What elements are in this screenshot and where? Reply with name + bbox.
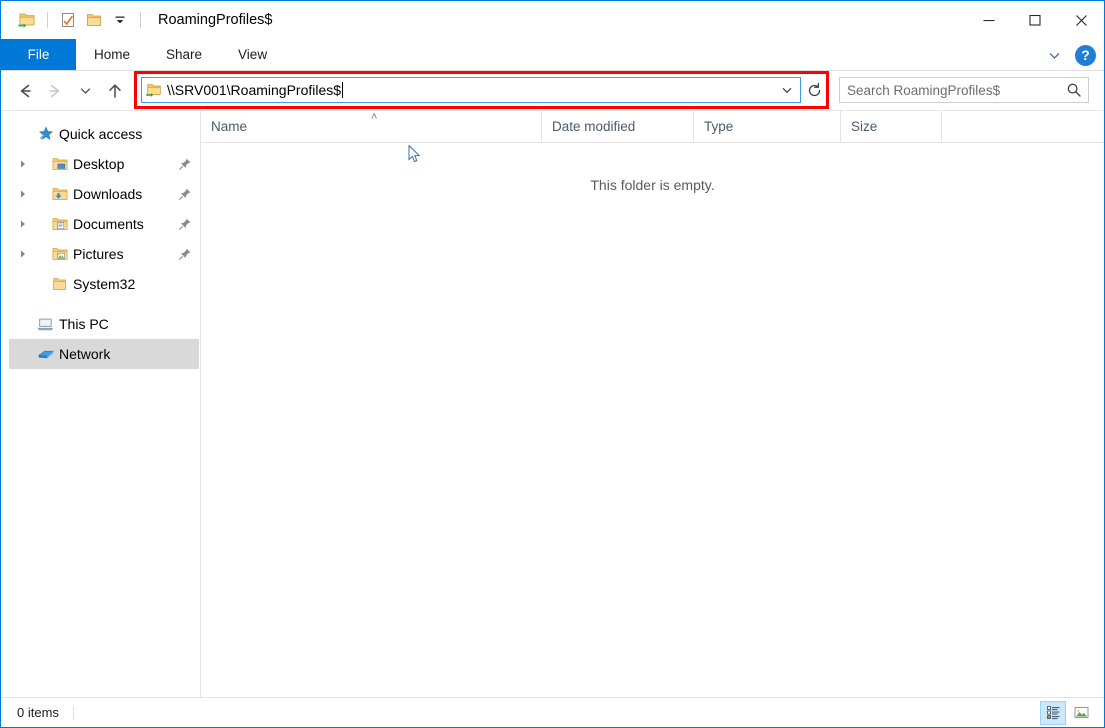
empty-folder-message: This folder is empty. — [590, 177, 715, 193]
explorer-body: Quick access Desktop Downloads Documents… — [1, 111, 1104, 697]
column-header-label: Size — [851, 119, 878, 134]
large-icons-view-button[interactable] — [1068, 701, 1094, 725]
pictures-folder-icon — [47, 245, 73, 263]
address-bar-value: \\SRV001\RoamingProfiles$ — [167, 82, 342, 98]
up-button[interactable] — [100, 76, 130, 106]
sidebar-item-label: System32 — [73, 276, 136, 292]
tab-file[interactable]: File — [1, 39, 76, 70]
back-button[interactable] — [10, 76, 40, 106]
expander-arrow-icon[interactable] — [15, 239, 31, 269]
ribbon-right-controls: ? — [1041, 39, 1096, 71]
properties-icon[interactable] — [55, 7, 81, 33]
customize-dropdown-icon[interactable] — [107, 7, 133, 33]
search-icon[interactable] — [1060, 82, 1088, 98]
search-input[interactable]: Search RoamingProfiles$ — [840, 83, 1060, 98]
expander-arrow-icon[interactable] — [15, 149, 31, 179]
details-view-button[interactable] — [1040, 700, 1066, 725]
expand-ribbon-chevron-down-icon[interactable] — [1041, 42, 1067, 68]
network-folder-icon[interactable] — [14, 7, 40, 33]
expander-arrow-icon[interactable] — [15, 179, 31, 209]
mouse-cursor — [408, 144, 421, 169]
search-box[interactable]: Search RoamingProfiles$ — [839, 77, 1089, 103]
navigation-pane: Quick access Desktop Downloads Documents… — [1, 111, 201, 697]
address-dropdown-chevron-down-icon[interactable] — [774, 78, 800, 102]
desktop-folder-icon — [47, 155, 73, 173]
tab-home[interactable]: Home — [76, 39, 148, 70]
address-bar[interactable]: \\SRV001\RoamingProfiles$ — [141, 77, 801, 103]
column-header-label: Type — [704, 119, 734, 134]
column-header-type[interactable]: Type — [694, 111, 841, 142]
window-controls — [966, 1, 1104, 39]
help-button[interactable]: ? — [1075, 44, 1096, 66]
column-header-filler — [942, 111, 1104, 142]
sidebar-item-quick-access[interactable]: Quick access — [9, 119, 199, 149]
toolbar-separator-2 — [140, 12, 141, 28]
maximize-button[interactable] — [1012, 1, 1058, 39]
expander-arrow-icon[interactable] — [15, 209, 31, 239]
minimize-button[interactable] — [966, 1, 1012, 39]
view-toggle-group — [1040, 698, 1094, 727]
sidebar-item-documents[interactable]: Documents — [9, 209, 199, 239]
sidebar-item-desktop[interactable]: Desktop — [9, 149, 199, 179]
sidebar-item-system32[interactable]: System32 — [9, 269, 199, 299]
sidebar-item-label: This PC — [59, 316, 109, 332]
pin-icon[interactable] — [175, 247, 195, 261]
sidebar-item-downloads[interactable]: Downloads — [9, 179, 199, 209]
star-pin-icon — [33, 125, 59, 143]
item-count: 0 items — [1, 705, 74, 720]
tab-view[interactable]: View — [220, 39, 285, 70]
column-header-name[interactable]: Name ˄ — [201, 111, 542, 142]
address-bar-text[interactable]: \\SRV001\RoamingProfiles$ — [166, 82, 774, 98]
column-headers: Name ˄ Date modified Type Size — [201, 111, 1104, 143]
file-explorer-window: RoamingProfiles$ File Home Share View ? — [0, 0, 1105, 728]
this-pc-icon — [33, 315, 59, 333]
sidebar-item-network[interactable]: Network — [9, 339, 199, 369]
sort-ascending-icon: ˄ — [371, 111, 378, 123]
window-title: RoamingProfiles$ — [158, 12, 273, 28]
recent-locations-chevron-down-icon[interactable] — [70, 76, 100, 106]
quick-access-toolbar — [1, 7, 148, 33]
file-list-pane: Name ˄ Date modified Type Size This fold… — [201, 111, 1104, 697]
sidebar-item-label: Quick access — [59, 126, 143, 142]
toolbar-separator-1 — [47, 12, 48, 28]
status-bar: 0 items — [1, 697, 1104, 727]
column-header-date-modified[interactable]: Date modified — [542, 111, 694, 142]
refresh-button[interactable] — [802, 77, 826, 103]
sidebar-item-label: Documents — [73, 216, 144, 232]
sidebar-item-label: Pictures — [73, 246, 124, 262]
address-network-folder-icon — [142, 81, 166, 99]
downloads-folder-icon — [47, 185, 73, 203]
network-icon — [33, 345, 59, 363]
sidebar-item-label: Downloads — [73, 186, 143, 202]
column-header-label: Date modified — [552, 119, 636, 134]
title-bar: RoamingProfiles$ — [1, 1, 1104, 39]
text-caret — [342, 82, 344, 98]
new-folder-icon[interactable] — [81, 7, 107, 33]
column-header-label: Name — [211, 119, 248, 134]
documents-folder-icon — [47, 215, 73, 233]
ribbon-tab-bar: File Home Share View ? — [1, 39, 1104, 71]
sidebar-item-label: Network — [59, 346, 111, 362]
file-list[interactable]: This folder is empty. — [201, 143, 1104, 697]
sidebar-item-label: Desktop — [73, 156, 125, 172]
sidebar-item-pictures[interactable]: Pictures — [9, 239, 199, 269]
sidebar-item-this-pc[interactable]: This PC — [9, 309, 199, 339]
close-button[interactable] — [1058, 1, 1104, 39]
pin-icon[interactable] — [175, 217, 195, 231]
pin-icon[interactable] — [175, 157, 195, 171]
forward-button[interactable] — [40, 76, 70, 106]
tab-share[interactable]: Share — [148, 39, 220, 70]
folder-icon — [47, 275, 73, 293]
pin-icon[interactable] — [175, 187, 195, 201]
column-header-size[interactable]: Size — [841, 111, 942, 142]
